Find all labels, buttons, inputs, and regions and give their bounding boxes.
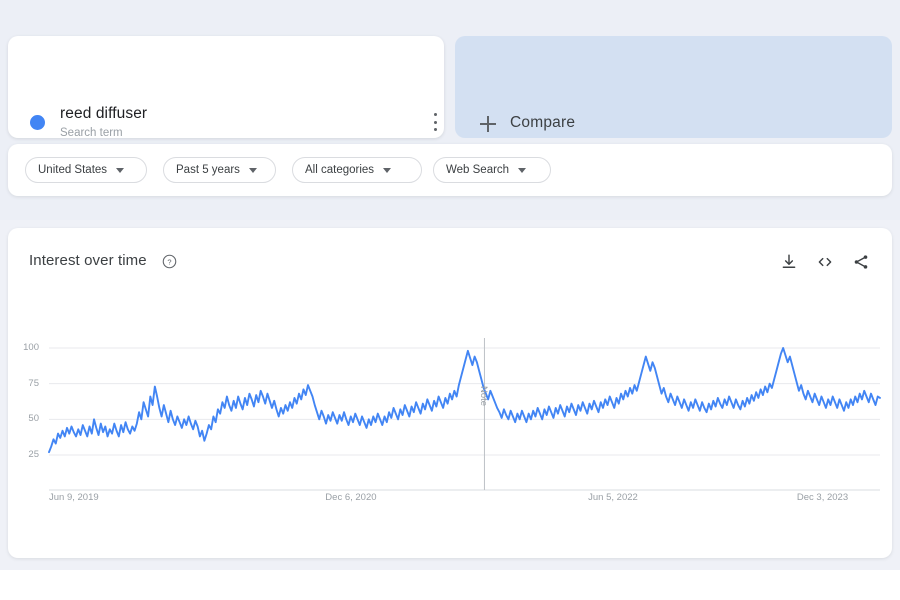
x-axis-tick-label: Dec 3, 2023: [796, 492, 849, 503]
plus-icon: [480, 116, 496, 132]
y-axis-tick-label: 75: [28, 377, 39, 389]
download-icon[interactable]: [780, 253, 798, 271]
share-icon[interactable]: [852, 253, 870, 271]
x-axis-tick-label: Dec 6, 2020: [325, 492, 377, 503]
svg-text:?: ?: [167, 257, 171, 266]
x-axis-tick-label: Jun 5, 2022: [588, 492, 638, 503]
embed-code-icon[interactable]: [816, 253, 834, 271]
y-axis-tick-label: 100: [23, 342, 39, 353]
y-axis-tick-label: 50: [28, 413, 39, 425]
search-term-label: reed diffuser: [60, 105, 148, 122]
series-color-dot: [30, 115, 45, 130]
bottom-background: [0, 570, 900, 600]
filter-label: United States: [38, 164, 108, 176]
chevron-down-icon: [116, 167, 125, 173]
filter-label: All categories: [305, 164, 375, 176]
help-circle-icon[interactable]: ?: [162, 254, 177, 269]
search-term-card[interactable]: reed diffuser Search term: [8, 36, 444, 139]
filter-pill-location[interactable]: United States: [25, 157, 147, 183]
x-axis-tick-label: Jun 9, 2019: [49, 492, 99, 503]
compare-card[interactable]: Compare: [455, 36, 892, 138]
chart-action-bar: [780, 253, 870, 271]
filter-pill-time-range[interactable]: Past 5 years: [163, 157, 276, 183]
series-line: [48, 347, 881, 454]
interest-over-time-card: Interest over time ? 25 50 75 100 Jun 9,…: [8, 228, 892, 558]
filter-label: Past 5 years: [176, 164, 240, 176]
filter-pill-search-type[interactable]: Web Search: [433, 157, 551, 183]
chevron-down-icon: [383, 167, 392, 173]
y-axis-tick-label: 25: [28, 449, 39, 460]
filter-pill-category[interactable]: All categories: [292, 157, 422, 183]
chevron-down-icon: [518, 167, 527, 173]
note-annotation-label: Note: [478, 386, 490, 407]
panel-title: Interest over time: [29, 252, 147, 269]
more-vert-icon[interactable]: [426, 110, 444, 134]
chart-svg: [48, 338, 881, 491]
search-term-subtitle: Search term: [60, 127, 123, 139]
interest-over-time-chart: 25 50 75 100 Jun 9, 2019 Dec 6, 2020 Jun 5, 20…: [8, 228, 892, 558]
compare-label: Compare: [510, 114, 576, 131]
filter-label: Web Search: [446, 164, 510, 176]
chevron-down-icon: [248, 167, 257, 173]
filter-bar: United States Past 5 years All categorie…: [8, 144, 892, 196]
google-trends-page: reed diffuser Search term Compare United…: [0, 0, 900, 600]
